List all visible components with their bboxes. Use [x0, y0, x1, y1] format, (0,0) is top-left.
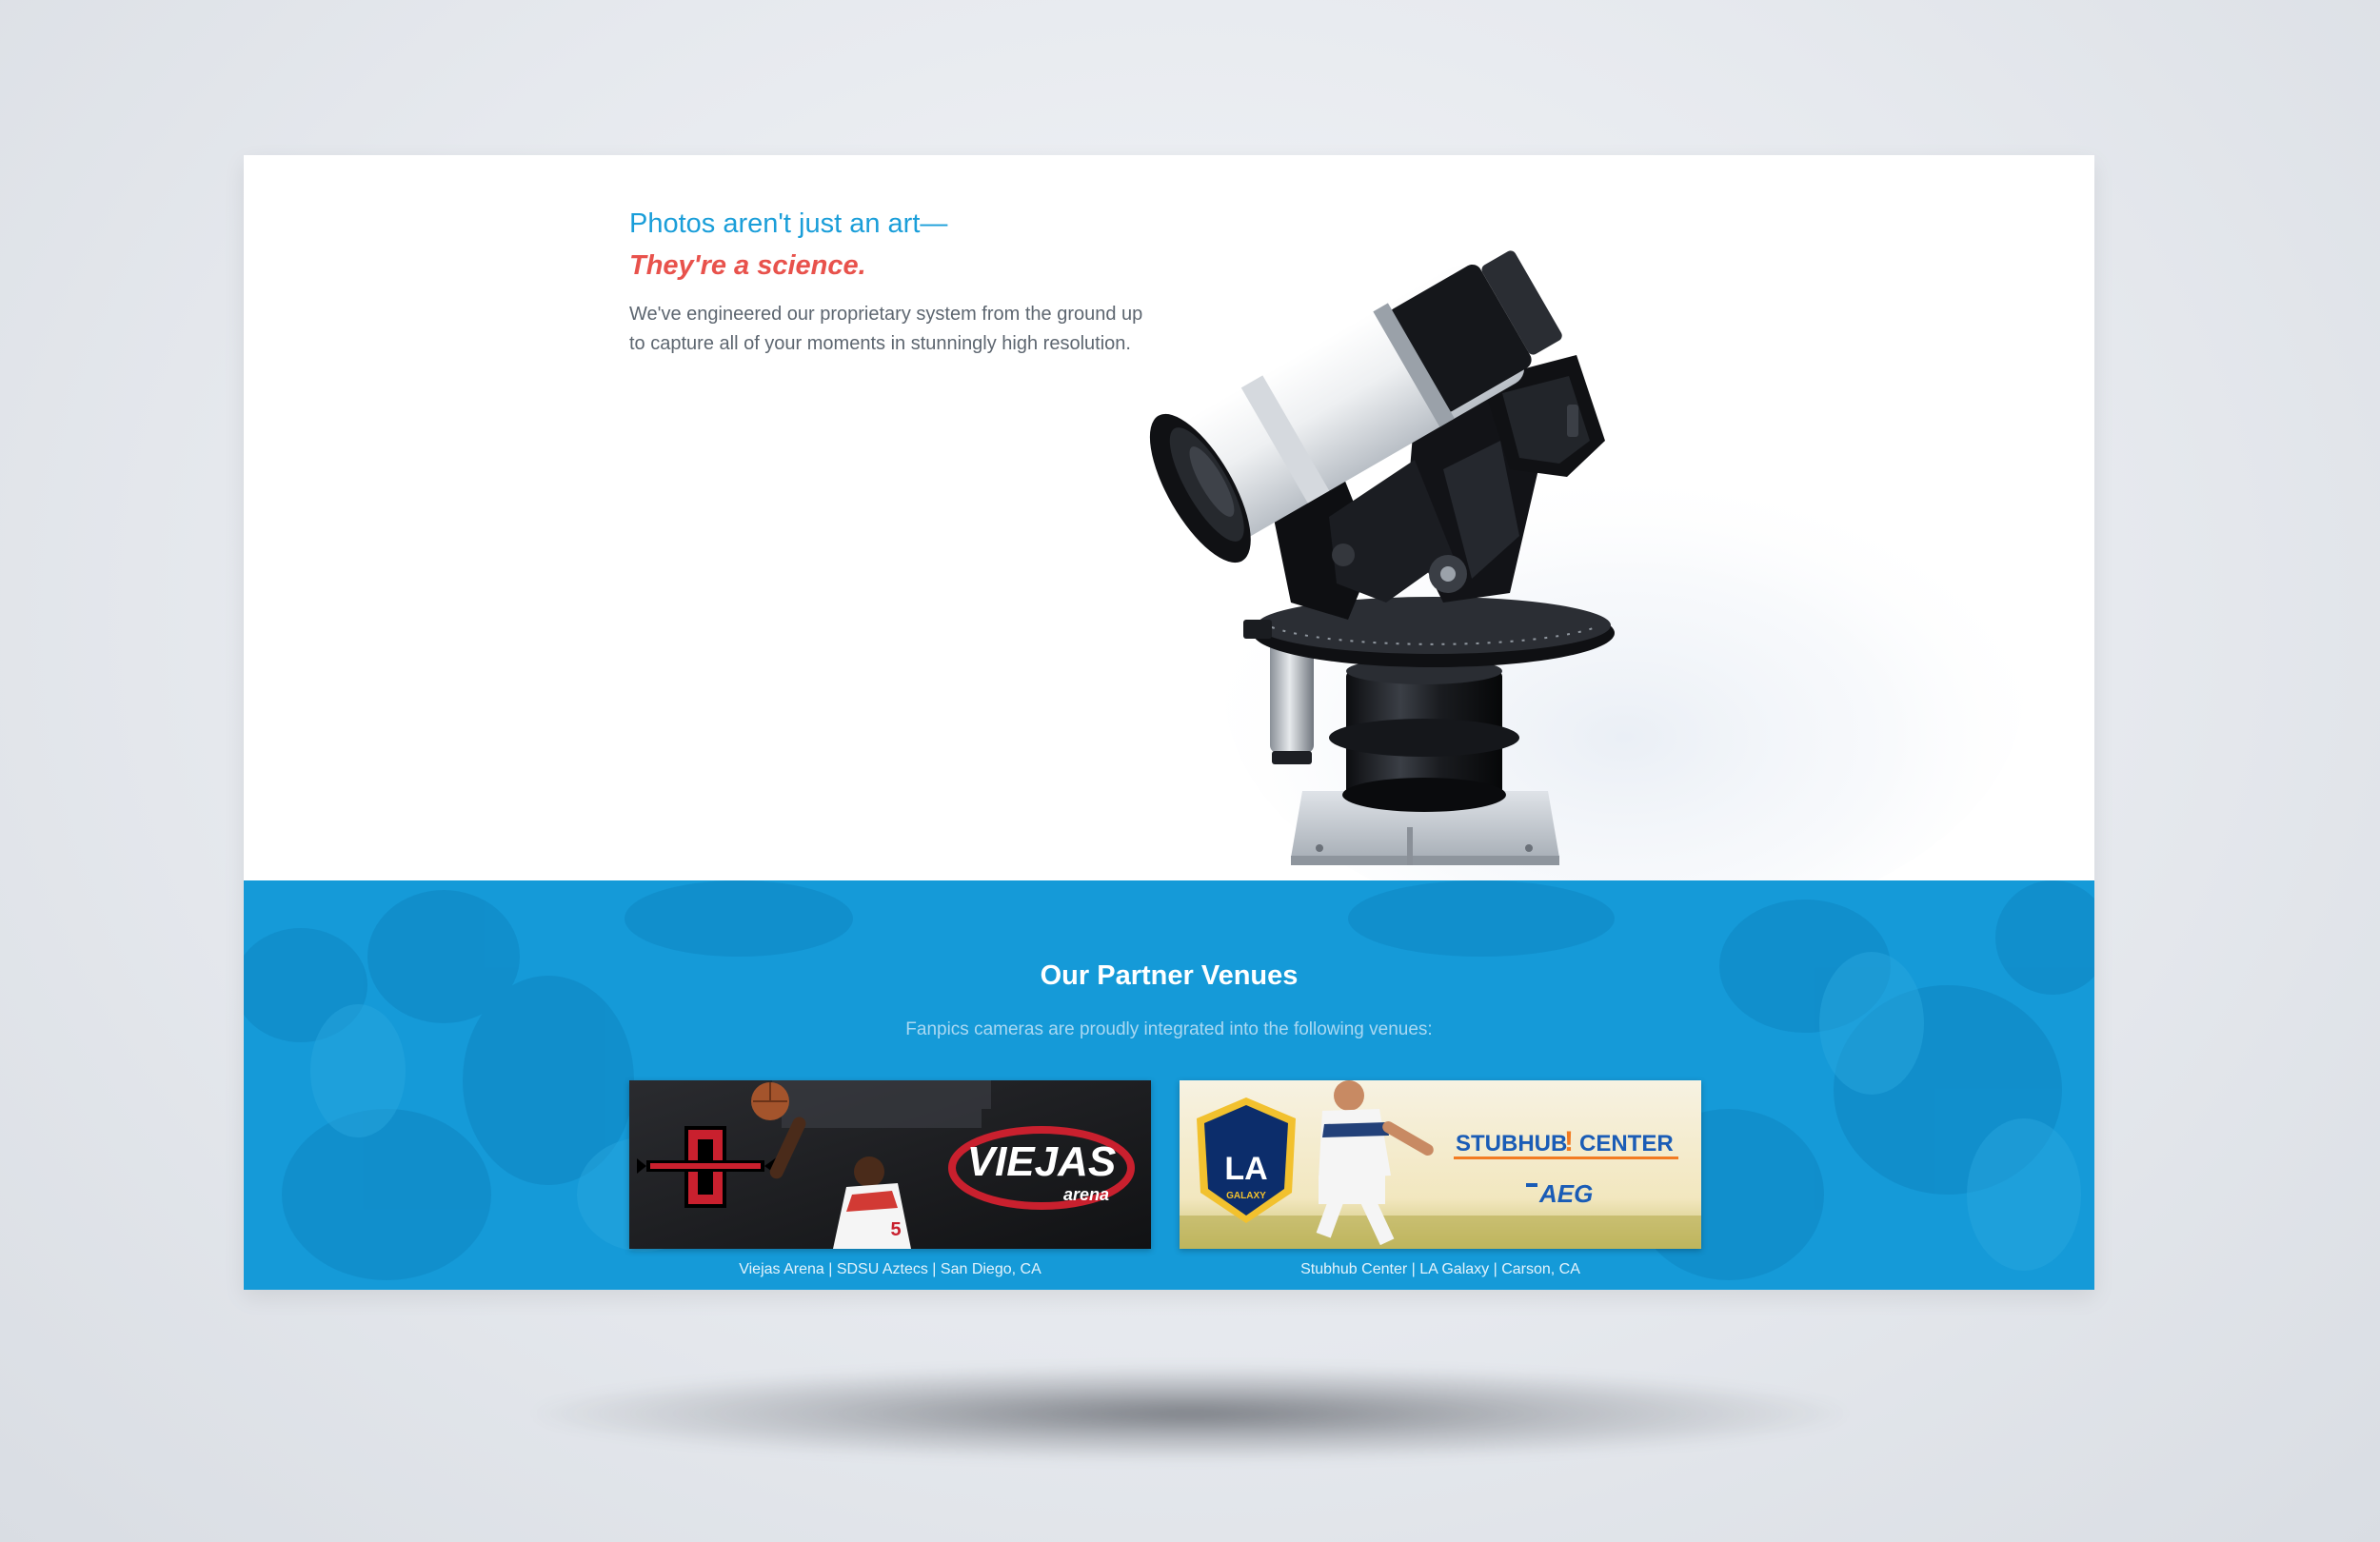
hero-body-text: We've engineered our proprietary system …	[629, 304, 1143, 354]
la-crest-text: LA	[1224, 1151, 1267, 1187]
viejas-logo-text: VIEJAS	[967, 1138, 1117, 1185]
hero-subtitle: They're a science.	[629, 250, 866, 281]
player-number: 5	[890, 1219, 901, 1240]
stubhub-text: STUBHUB	[1456, 1131, 1567, 1156]
partners-title: Our Partner Venues	[1040, 960, 1299, 991]
stubhub-center-banner[interactable]: LA GALAXY STUBHUB ! CENTER AEG	[1180, 1080, 1701, 1249]
robotic-camera-image	[1149, 250, 2024, 880]
partner-venues-section: Our Partner Venues Fanpics cameras are p…	[244, 880, 2094, 1290]
venue-card-viejas-arena[interactable]: 5 VIEJAS arena Viejas Arena | SDSU Aztec…	[629, 1080, 1151, 1279]
galaxy-crest-text: GALAXY	[1226, 1191, 1266, 1201]
viejas-arena-banner[interactable]: 5 VIEJAS arena	[629, 1080, 1151, 1249]
venue-card-stubhub-center[interactable]: LA GALAXY STUBHUB ! CENTER AEG Stubhub C…	[1180, 1080, 1701, 1279]
website-mockup: Photos aren't just an art— They're a sci…	[244, 155, 2094, 1290]
venue-caption: Viejas Arena | SDSU Aztecs | San Diego, …	[739, 1261, 1041, 1277]
hero-section: Photos aren't just an art— They're a sci…	[244, 155, 2094, 880]
venue-caption: Stubhub Center | LA Galaxy | Carson, CA	[1300, 1261, 1580, 1277]
hero-copy: Photos aren't just an art— They're a sci…	[629, 203, 1162, 359]
aeg-logo-text: AEG	[1538, 1179, 1593, 1208]
floor-shadow	[533, 1366, 1847, 1461]
partners-intro-text: Fanpics cameras are proudly integrated i…	[905, 1019, 1433, 1039]
stubhub-exclaim-icon: !	[1564, 1126, 1574, 1157]
hero-title: Photos aren't just an art—	[629, 208, 948, 239]
arena-logo-text: arena	[1063, 1185, 1109, 1204]
crowd-background-image	[244, 880, 2094, 1290]
center-text: CENTER	[1579, 1131, 1674, 1156]
